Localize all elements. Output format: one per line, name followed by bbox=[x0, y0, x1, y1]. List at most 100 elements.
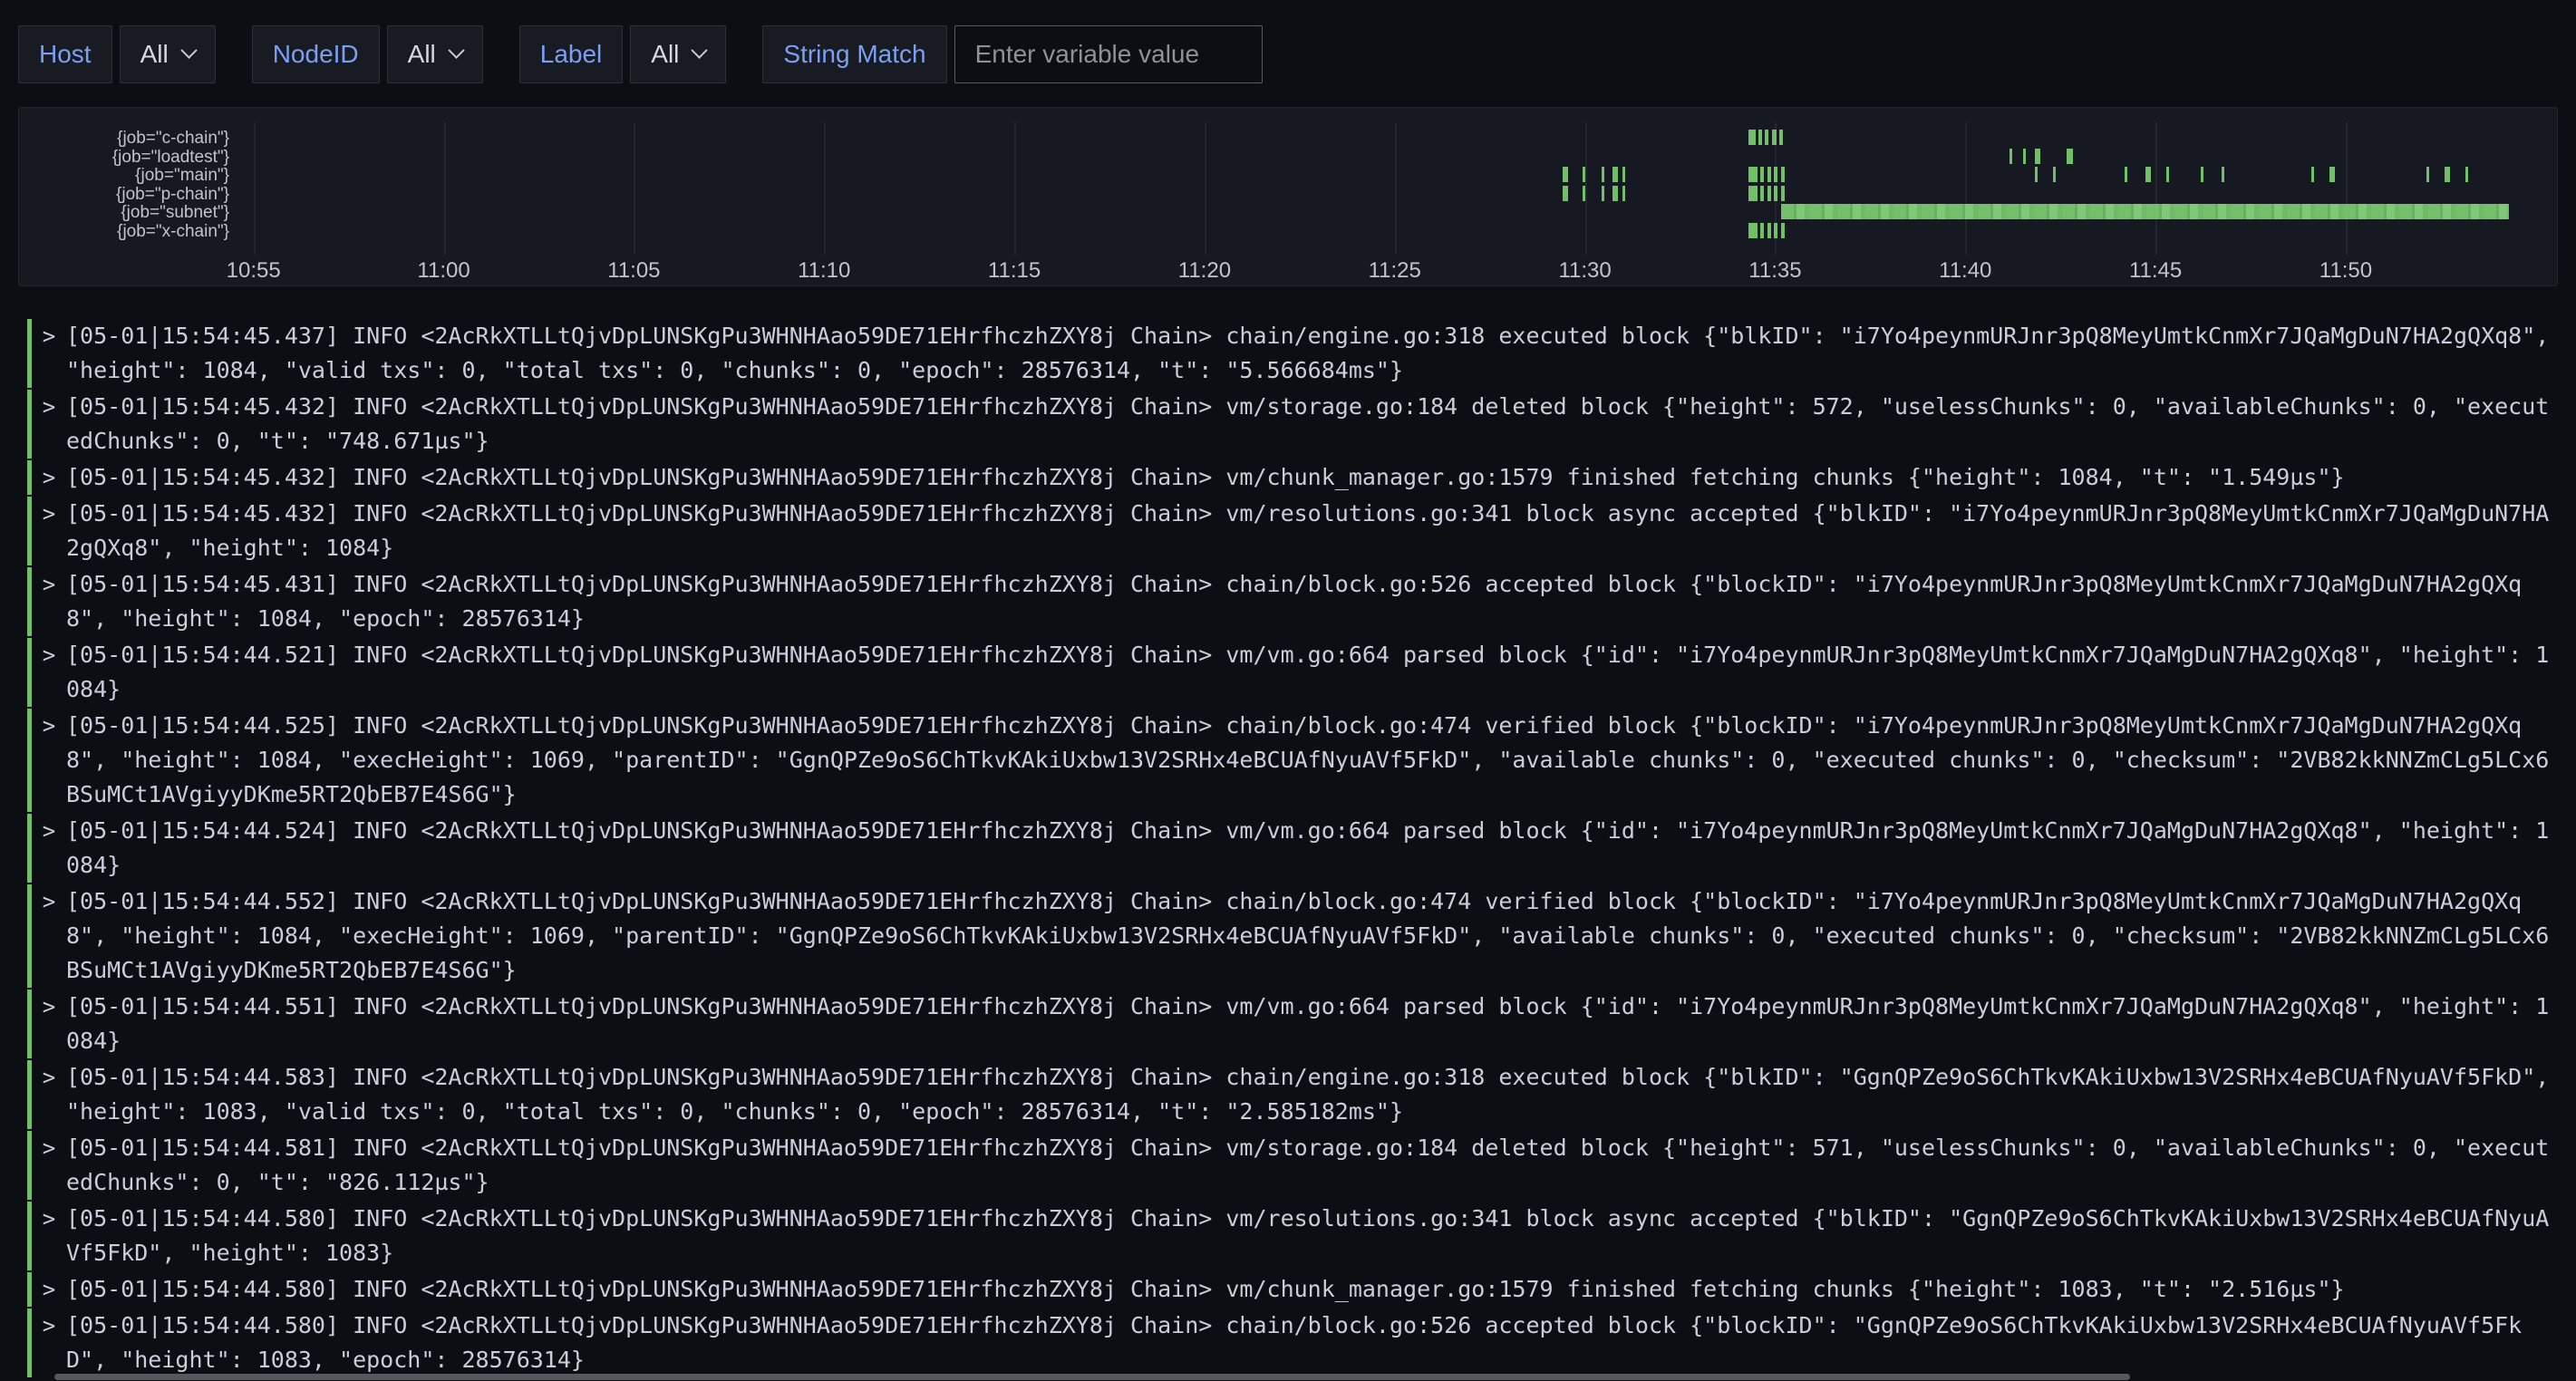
log-volume-mark bbox=[1765, 130, 1768, 145]
log-volume-mark bbox=[1748, 186, 1758, 201]
variable-label-string-match: String Match bbox=[762, 25, 946, 83]
series-label: {job="main"} bbox=[28, 167, 229, 186]
log-volume-mark bbox=[2329, 167, 2335, 182]
log-message: [05-01|15:54:44.524] INFO <2AcRkXTLLtQjv… bbox=[66, 814, 2552, 883]
x-tick-label: 11:35 bbox=[1748, 258, 1801, 284]
log-volume-mark bbox=[1563, 167, 1568, 182]
expand-chevron-icon[interactable]: > bbox=[39, 884, 59, 988]
log-volume-mark bbox=[2145, 167, 2151, 182]
log-volume-mark bbox=[1748, 223, 1758, 238]
log-volume-mark bbox=[2023, 149, 2026, 164]
log-row[interactable]: >[05-01|15:54:44.551] INFO <2AcRkXTLLtQj… bbox=[27, 990, 2552, 1058]
chevron-down-icon bbox=[692, 42, 708, 58]
log-row[interactable]: >[05-01|15:54:44.580] INFO <2AcRkXTLLtQj… bbox=[27, 1202, 2552, 1270]
log-volume-mark bbox=[2166, 167, 2169, 182]
log-volume-mark bbox=[1583, 186, 1585, 201]
log-volume-mark bbox=[2311, 167, 2314, 182]
x-tick-label: 11:10 bbox=[798, 258, 850, 284]
log-volume-mark bbox=[1612, 186, 1618, 201]
log-volume-mark bbox=[1781, 186, 1785, 201]
log-volume-mark bbox=[2035, 167, 2038, 182]
log-volume-mark bbox=[2053, 167, 2056, 182]
variable-label-host: Host bbox=[18, 25, 112, 83]
log-volume-mark bbox=[1767, 186, 1771, 201]
chart-plot[interactable] bbox=[242, 130, 2546, 244]
x-tick-label: 11:25 bbox=[1369, 258, 1421, 284]
log-row[interactable]: >[05-01|15:54:44.525] INFO <2AcRkXTLLtQj… bbox=[27, 709, 2552, 812]
log-row[interactable]: >[05-01|15:54:45.432] INFO <2AcRkXTLLtQj… bbox=[27, 390, 2552, 459]
log-rows-panel: >[05-01|15:54:45.437] INFO <2AcRkXTLLtQj… bbox=[27, 319, 2552, 1377]
chart-y-axis-labels: {job="c-chain"}{job="loadtest"}{job="mai… bbox=[28, 117, 229, 285]
log-message: [05-01|15:54:44.521] INFO <2AcRkXTLLtQjv… bbox=[66, 638, 2552, 707]
log-volume-mark bbox=[1760, 167, 1764, 182]
log-row[interactable]: >[05-01|15:54:45.432] INFO <2AcRkXTLLtQj… bbox=[27, 497, 2552, 565]
log-volume-mark bbox=[1760, 223, 1764, 238]
chart-plot-area: 10:5511:0011:0511:1011:1511:2011:2511:30… bbox=[242, 117, 2546, 285]
series-label: {job="x-chain"} bbox=[28, 223, 229, 242]
expand-chevron-icon[interactable]: > bbox=[39, 638, 59, 707]
series-row bbox=[242, 167, 2546, 182]
string-match-input[interactable] bbox=[954, 25, 1263, 83]
expand-chevron-icon[interactable]: > bbox=[39, 990, 59, 1058]
log-row[interactable]: >[05-01|15:54:44.580] INFO <2AcRkXTLLtQj… bbox=[27, 1272, 2552, 1307]
log-row[interactable]: >[05-01|15:54:45.437] INFO <2AcRkXTLLtQj… bbox=[27, 319, 2552, 388]
variable-group-string-match: String Match bbox=[762, 25, 1262, 83]
expand-chevron-icon[interactable]: > bbox=[39, 709, 59, 812]
log-message: [05-01|15:54:45.432] INFO <2AcRkXTLLtQjv… bbox=[66, 497, 2552, 565]
log-row[interactable]: >[05-01|15:54:45.431] INFO <2AcRkXTLLtQj… bbox=[27, 567, 2552, 636]
expand-chevron-icon[interactable]: > bbox=[39, 390, 59, 459]
log-message: [05-01|15:54:45.431] INFO <2AcRkXTLLtQjv… bbox=[66, 567, 2552, 636]
log-volume-panel: {job="c-chain"}{job="loadtest"}{job="mai… bbox=[18, 107, 2558, 286]
x-tick-label: 11:00 bbox=[417, 258, 470, 284]
variable-value-label: All bbox=[651, 40, 679, 69]
expand-chevron-icon[interactable]: > bbox=[39, 497, 59, 565]
variable-select-label[interactable]: All bbox=[630, 25, 726, 83]
expand-chevron-icon[interactable]: > bbox=[39, 1272, 59, 1307]
variable-group-label: Label All bbox=[519, 25, 727, 83]
log-volume-mark bbox=[2067, 149, 2073, 164]
variable-group-nodeid: NodeID All bbox=[252, 25, 483, 83]
log-row[interactable]: >[05-01|15:54:44.581] INFO <2AcRkXTLLtQj… bbox=[27, 1131, 2552, 1200]
log-volume-mark bbox=[1602, 186, 1604, 201]
series-label: {job="c-chain"} bbox=[28, 130, 229, 149]
expand-chevron-icon[interactable]: > bbox=[39, 319, 59, 388]
log-row[interactable]: >[05-01|15:54:44.583] INFO <2AcRkXTLLtQj… bbox=[27, 1060, 2552, 1129]
log-row[interactable]: >[05-01|15:54:44.521] INFO <2AcRkXTLLtQj… bbox=[27, 638, 2552, 707]
log-row[interactable]: >[05-01|15:54:44.552] INFO <2AcRkXTLLtQj… bbox=[27, 884, 2552, 988]
horizontal-scrollbar[interactable] bbox=[54, 1374, 2130, 1380]
log-row[interactable]: >[05-01|15:54:44.524] INFO <2AcRkXTLLtQj… bbox=[27, 814, 2552, 883]
expand-chevron-icon[interactable]: > bbox=[39, 1202, 59, 1270]
x-tick-label: 11:45 bbox=[2129, 258, 2182, 284]
expand-chevron-icon[interactable]: > bbox=[39, 460, 59, 495]
x-tick-label: 11:40 bbox=[1939, 258, 1991, 284]
log-volume-mark bbox=[2009, 149, 2012, 164]
expand-chevron-icon[interactable]: > bbox=[39, 1309, 59, 1377]
x-tick-label: 11:30 bbox=[1558, 258, 1611, 284]
chart-x-axis: 10:5511:0011:0511:1011:1511:2011:2511:30… bbox=[242, 258, 2546, 291]
log-volume-mark bbox=[1774, 223, 1777, 238]
log-volume-mark bbox=[1583, 167, 1585, 182]
variable-select-host[interactable]: All bbox=[120, 25, 216, 83]
log-row[interactable]: >[05-01|15:54:45.432] INFO <2AcRkXTLLtQj… bbox=[27, 460, 2552, 495]
log-volume-mark bbox=[1612, 167, 1618, 182]
log-volume-mark bbox=[1767, 223, 1771, 238]
expand-chevron-icon[interactable]: > bbox=[39, 814, 59, 883]
log-message: [05-01|15:54:44.581] INFO <2AcRkXTLLtQjv… bbox=[66, 1131, 2552, 1200]
log-volume-mark bbox=[1781, 223, 1785, 238]
log-volume-mark bbox=[1774, 167, 1777, 182]
expand-chevron-icon[interactable]: > bbox=[39, 1131, 59, 1200]
variable-select-nodeid[interactable]: All bbox=[387, 25, 483, 83]
log-row[interactable]: >[05-01|15:54:44.580] INFO <2AcRkXTLLtQj… bbox=[27, 1309, 2552, 1377]
variables-toolbar: Host All NodeID All Label All String Mat… bbox=[0, 0, 2576, 83]
x-tick-label: 11:05 bbox=[607, 258, 660, 284]
variable-group-host: Host All bbox=[18, 25, 216, 83]
series-row bbox=[242, 149, 2546, 164]
variable-value-nodeid: All bbox=[408, 40, 436, 69]
expand-chevron-icon[interactable]: > bbox=[39, 567, 59, 636]
x-tick-label: 10:55 bbox=[227, 258, 281, 284]
series-row bbox=[242, 186, 2546, 201]
series-label: {job="loadtest"} bbox=[28, 149, 229, 168]
expand-chevron-icon[interactable]: > bbox=[39, 1060, 59, 1129]
log-volume-mark bbox=[1602, 167, 1604, 182]
series-label: {job="p-chain"} bbox=[28, 186, 229, 205]
